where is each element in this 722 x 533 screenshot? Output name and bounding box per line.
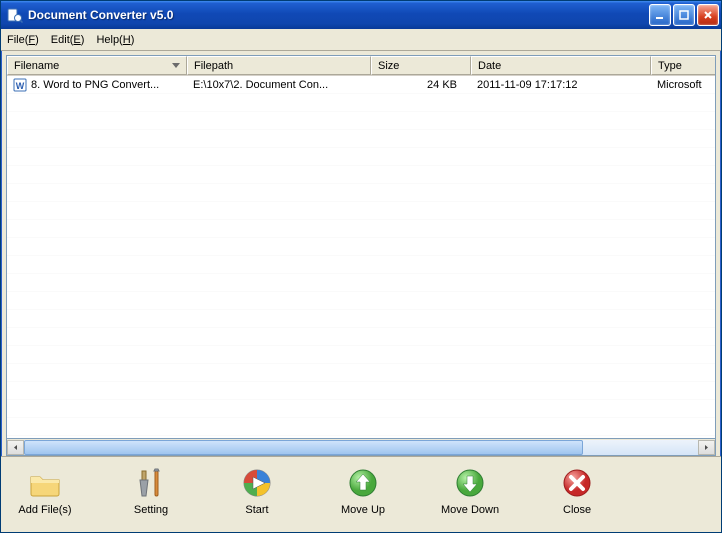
cell-size: 24 KB [371, 76, 471, 94]
column-type[interactable]: Type [651, 56, 716, 75]
move-down-label: Move Down [441, 504, 499, 516]
setting-button[interactable]: Setting [123, 468, 179, 516]
move-up-button[interactable]: Move Up [335, 468, 391, 516]
cell-date: 2011-11-09 17:17:12 [471, 76, 651, 94]
close-window-button[interactable] [697, 4, 719, 26]
listview-body[interactable]: W 8. Word to PNG Convert... E:\10x7\2. D… [7, 76, 715, 438]
scrollbar-thumb[interactable] [24, 440, 583, 455]
listview-header: Filename Filepath Size Date Type [7, 56, 715, 76]
arrow-down-icon [454, 468, 486, 498]
move-down-button[interactable]: Move Down [441, 468, 499, 516]
word-file-icon: W [13, 78, 27, 92]
scroll-right-button[interactable] [698, 440, 715, 455]
app-window: Document Converter v5.0 File(F) Edit(E) … [0, 0, 722, 533]
menu-help[interactable]: Help(H) [96, 34, 134, 46]
scroll-left-button[interactable] [7, 440, 24, 455]
close-button[interactable]: Close [549, 468, 605, 516]
column-date[interactable]: Date [471, 56, 651, 75]
add-files-button[interactable]: Add File(s) [17, 468, 73, 516]
add-files-label: Add File(s) [18, 504, 71, 516]
horizontal-scrollbar[interactable] [6, 439, 716, 456]
cell-filepath: E:\10x7\2. Document Con... [187, 76, 371, 94]
bottom-toolbar: Add File(s) Setting [1, 456, 721, 532]
maximize-button[interactable] [673, 4, 695, 26]
start-label: Start [245, 504, 268, 516]
folder-icon [29, 468, 61, 498]
column-filepath[interactable]: Filepath [187, 56, 371, 75]
close-icon [561, 468, 593, 498]
content-area: Filename Filepath Size Date Type W [1, 51, 721, 456]
column-filename[interactable]: Filename [7, 56, 187, 75]
window-title: Document Converter v5.0 [28, 8, 649, 22]
cell-type: Microsoft [651, 76, 715, 94]
tools-icon [135, 468, 167, 498]
table-row[interactable]: W 8. Word to PNG Convert... E:\10x7\2. D… [7, 76, 715, 94]
menu-file[interactable]: File(F) [7, 34, 39, 46]
svg-text:W: W [16, 81, 25, 91]
start-button[interactable]: Start [229, 468, 285, 516]
menu-edit[interactable]: Edit(E) [51, 34, 85, 46]
cell-filename: W 8. Word to PNG Convert... [7, 76, 187, 94]
column-size[interactable]: Size [371, 56, 471, 75]
minimize-button[interactable] [649, 4, 671, 26]
setting-label: Setting [134, 504, 168, 516]
scrollbar-track[interactable] [24, 440, 698, 455]
window-controls [649, 4, 719, 26]
start-icon [241, 468, 273, 498]
file-listview[interactable]: Filename Filepath Size Date Type W [6, 55, 716, 439]
close-label: Close [563, 504, 591, 516]
cell-filename-text: 8. Word to PNG Convert... [31, 79, 159, 91]
menubar: File(F) Edit(E) Help(H) [1, 29, 721, 51]
titlebar: Document Converter v5.0 [1, 1, 721, 29]
move-up-label: Move Up [341, 504, 385, 516]
arrow-up-icon [347, 468, 379, 498]
app-icon [7, 7, 23, 23]
